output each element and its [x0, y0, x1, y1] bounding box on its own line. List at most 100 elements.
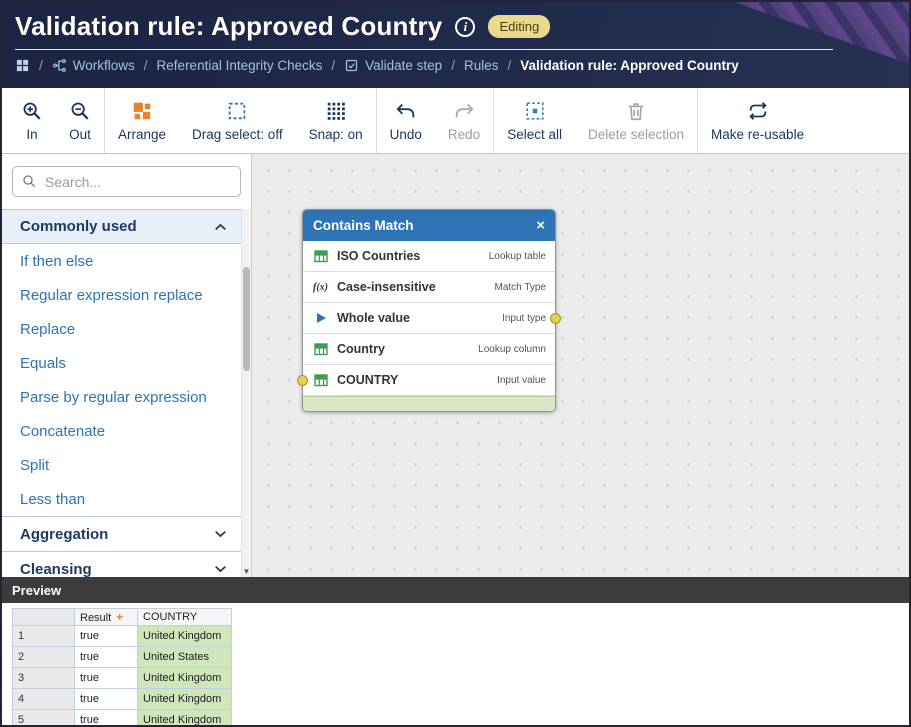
breadcrumb-item-workflows[interactable]: Workflows: [52, 58, 135, 73]
toolbar: In Out Arrange Drag select: off Snap: on Undo…: [2, 88, 909, 154]
toolbar-button-delete-selection: Delete selection: [575, 88, 697, 153]
toolbar-button-label: Redo: [447, 126, 481, 142]
add-column-icon[interactable]: +: [116, 610, 123, 624]
apps-grid-icon[interactable]: [15, 58, 30, 73]
trash-icon: [625, 100, 647, 122]
breadcrumb-item-rules[interactable]: Rules: [464, 58, 499, 73]
country-cell[interactable]: United Kingdom: [137, 688, 232, 710]
node-row-value: COUNTRY: [337, 373, 399, 387]
breadcrumb-separator: /: [451, 58, 455, 73]
toolbar-button-arrange[interactable]: Arrange: [105, 88, 179, 153]
column-header-result[interactable]: Result +: [74, 608, 138, 626]
output-port[interactable]: [550, 313, 561, 324]
node-row-iso-countries[interactable]: ISO Countries Lookup table: [303, 241, 555, 272]
scrollbar-thumb[interactable]: [243, 267, 250, 371]
search-input[interactable]: [12, 166, 241, 197]
validate-step-icon: [344, 58, 359, 73]
country-cell[interactable]: United Kingdom: [137, 709, 232, 725]
breadcrumb-separator: /: [507, 58, 512, 73]
result-cell[interactable]: true: [74, 646, 138, 668]
breadcrumb-item-referential-integrity-checks[interactable]: Referential Integrity Checks: [157, 58, 323, 73]
sidebar-item-equals[interactable]: Equals: [2, 346, 251, 380]
sidebar-item-less-than[interactable]: Less than: [2, 482, 251, 516]
breadcrumb-separator: /: [331, 58, 336, 73]
breadcrumb-label: Referential Integrity Checks: [156, 58, 323, 73]
search-box: [12, 166, 241, 197]
toolbar-button-label: Snap: on: [308, 126, 363, 142]
toolbar-button-in[interactable]: In: [8, 88, 56, 153]
row-number-cell[interactable]: 4: [12, 688, 75, 710]
workflow-canvas[interactable]: Contains Match × ISO Countries Lookup tab…: [252, 154, 909, 577]
sidebar-item-concatenate[interactable]: Concatenate: [2, 414, 251, 448]
preview-panel-body: Result + COUNTRY 1 true United Kingdom 2 true Un…: [2, 603, 909, 725]
sidebar-item-regular-expression-replace[interactable]: Regular expression replace: [2, 278, 251, 312]
row-number-cell[interactable]: 3: [12, 667, 75, 689]
page-title: Validation rule: Approved Country: [15, 11, 443, 41]
redo-icon: [453, 100, 475, 122]
select-all-icon: [524, 100, 546, 122]
sidebar-scrollbar[interactable]: ▼: [241, 209, 251, 577]
sidebar-section-aggregation[interactable]: Aggregation: [2, 516, 251, 551]
snap-grid-icon: [325, 100, 347, 122]
chevron-down-icon: [214, 530, 227, 538]
editing-status-badge: Editing: [488, 15, 551, 38]
result-cell[interactable]: true: [74, 709, 138, 725]
sidebar-item-split[interactable]: Split: [2, 448, 251, 482]
play-icon: [312, 311, 329, 325]
country-cell[interactable]: United Kingdom: [137, 667, 232, 689]
toolbar-button-label: Arrange: [118, 126, 167, 142]
table-icon: [312, 342, 329, 356]
sidebar-item-if-then-else[interactable]: If then else: [2, 244, 251, 278]
input-port[interactable]: [297, 375, 308, 386]
function-list: Commonly used If then else Regular express…: [2, 209, 251, 577]
undo-icon: [395, 100, 417, 122]
country-cell[interactable]: United Kingdom: [137, 625, 232, 647]
scrollbar-down-arrow[interactable]: ▼: [242, 568, 251, 576]
node-contains-match[interactable]: Contains Match × ISO Countries Lookup tab…: [297, 209, 561, 412]
breadcrumb-item-validation-rule-approved-country: Validation rule: Approved Country: [520, 58, 739, 73]
node-row-role: Input value: [497, 374, 546, 386]
search-icon: [21, 173, 37, 189]
sidebar: Commonly used If then elseRegular express…: [2, 154, 252, 577]
node-row-role: Input type: [502, 312, 546, 324]
sidebar-section-label: Cleansing: [20, 560, 92, 578]
toolbar-button-make-re-usable[interactable]: Make re-usable: [698, 88, 817, 153]
close-icon[interactable]: ×: [536, 218, 545, 233]
node-row-value: Country: [337, 342, 385, 356]
app-window: Validation rule: Approved Country i Edit…: [0, 0, 911, 727]
node-header[interactable]: Contains Match ×: [303, 210, 555, 241]
info-icon[interactable]: i: [455, 16, 476, 37]
result-cell[interactable]: true: [74, 667, 138, 689]
sidebar-section-cleansing[interactable]: Cleansing: [2, 551, 251, 577]
column-header-country[interactable]: COUNTRY: [137, 608, 232, 626]
row-number-cell[interactable]: 5: [12, 709, 75, 725]
toolbar-button-out[interactable]: Out: [56, 88, 104, 153]
breadcrumb-item-validate-step[interactable]: Validate step: [344, 58, 442, 73]
node-row-country[interactable]: COUNTRY Input value: [303, 365, 555, 396]
toolbar-button-label: Undo: [389, 126, 422, 142]
toolbar-button-undo[interactable]: Undo: [377, 88, 435, 153]
sidebar-section-commonly-used[interactable]: Commonly used: [2, 209, 251, 244]
row-number-cell[interactable]: 1: [12, 625, 75, 647]
node-rows: ISO Countries Lookup table f(x) Case-insens…: [303, 241, 555, 396]
sidebar-item-replace[interactable]: Replace: [2, 312, 251, 346]
toolbar-button-drag-select-off[interactable]: Drag select: off: [179, 88, 296, 153]
result-cell[interactable]: true: [74, 625, 138, 647]
node-row-country[interactable]: Country Lookup column: [303, 334, 555, 365]
sidebar-section-label: Commonly used: [20, 218, 137, 235]
toolbar-button-select-all[interactable]: Select all: [494, 88, 575, 153]
result-cell[interactable]: true: [74, 688, 138, 710]
toolbar-button-snap-on[interactable]: Snap: on: [296, 88, 376, 153]
workflow-icon: [52, 58, 67, 73]
node-row-value: Whole value: [337, 311, 410, 325]
sidebar-item-parse-by-regular-expression[interactable]: Parse by regular expression: [2, 380, 251, 414]
node-row-case-insensitive[interactable]: f(x) Case-insensitive Match Type: [303, 272, 555, 303]
node-row-whole-value[interactable]: Whole value Input type: [303, 303, 555, 334]
table-row: 2 true United States: [12, 646, 232, 668]
toolbar-button-label: Select all: [507, 126, 562, 142]
toolbar-button-redo: Redo: [435, 88, 493, 153]
table-corner-cell: [12, 608, 75, 626]
country-cell[interactable]: United States: [137, 646, 232, 668]
row-number-cell[interactable]: 2: [12, 646, 75, 668]
main-area: Commonly used If then elseRegular express…: [2, 154, 909, 577]
